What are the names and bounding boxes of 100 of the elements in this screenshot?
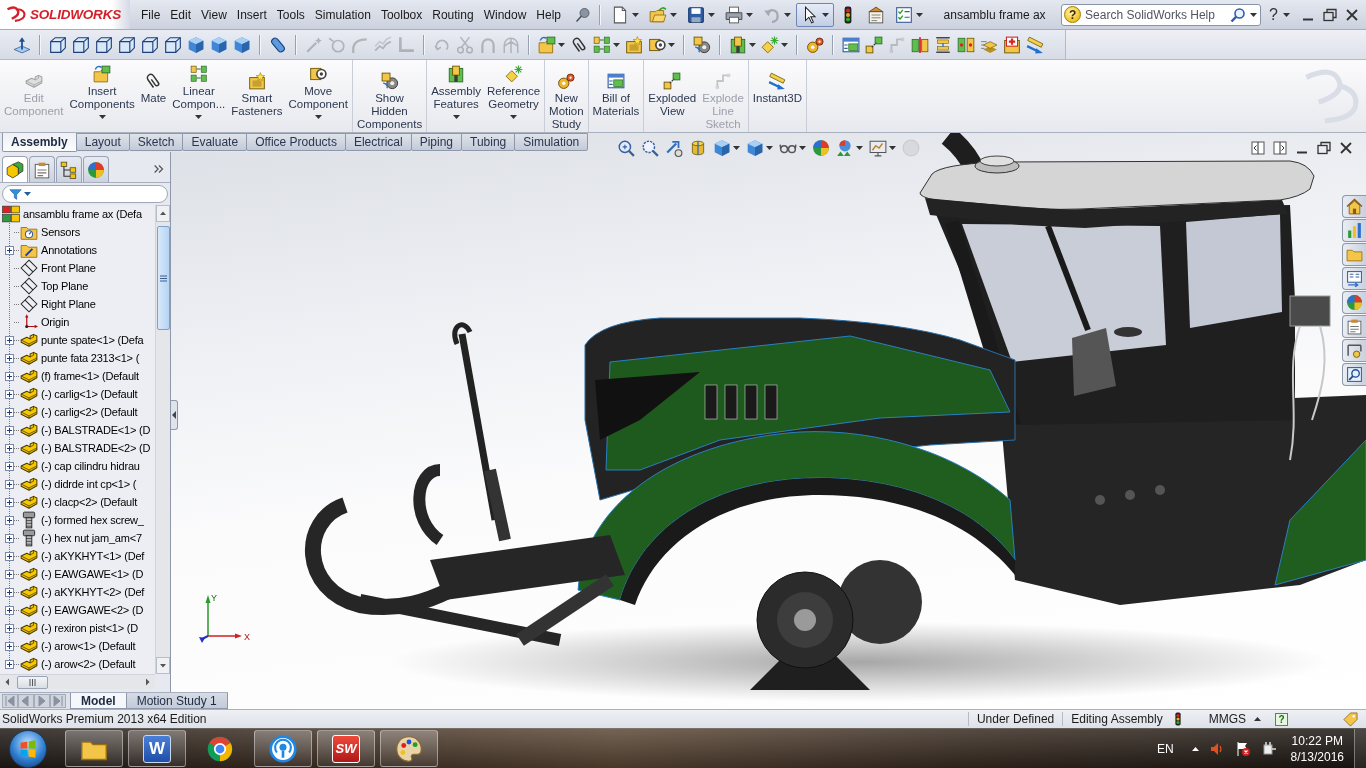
tree-item[interactable]: Front Plane bbox=[20, 259, 96, 277]
menu-item[interactable]: Simulation bbox=[309, 3, 376, 26]
ribbon-button[interactable]: Linear Compon... bbox=[169, 60, 229, 132]
ribbon-button[interactable]: Show Hidden Components bbox=[353, 60, 426, 132]
command-tab[interactable]: Piping bbox=[410, 133, 462, 151]
gear-block-icon[interactable] bbox=[692, 35, 711, 54]
toolbar-button[interactable] bbox=[796, 2, 834, 27]
tree-item[interactable]: (-) formed hex screw_ bbox=[20, 511, 144, 529]
search-icon[interactable] bbox=[1230, 6, 1247, 23]
wireframe-cube-icon[interactable] bbox=[71, 35, 90, 54]
tree-item[interactable]: punte spate<1> (Defa bbox=[20, 331, 144, 349]
close-icon[interactable] bbox=[1344, 6, 1360, 23]
expand-icon[interactable] bbox=[5, 407, 14, 417]
tree-item[interactable]: (-) aKYKHYT<1> (Def bbox=[20, 547, 145, 565]
gears-icon[interactable] bbox=[805, 35, 824, 54]
power-plug-icon[interactable] bbox=[1260, 740, 1277, 757]
expand-icon[interactable] bbox=[5, 587, 14, 597]
tree-item[interactable]: Top Plane bbox=[20, 277, 89, 295]
ribbon-button[interactable]: Instant3D bbox=[749, 60, 806, 132]
ribbon-button[interactable]: Assembly Features bbox=[428, 60, 484, 132]
panel-tab[interactable] bbox=[56, 156, 82, 182]
caret-down-icon[interactable] bbox=[195, 115, 203, 119]
tree-item[interactable]: (-) aKYKHYT<2> (Def bbox=[20, 583, 145, 601]
tree-item[interactable]: (-) carlig<2> (Default bbox=[20, 403, 138, 421]
flag-icon[interactable] bbox=[1234, 740, 1251, 757]
tree-item[interactable]: (-) hex nut jam_am<7 bbox=[20, 529, 142, 547]
cube-icon[interactable] bbox=[209, 35, 228, 54]
taskbar-button[interactable] bbox=[254, 730, 312, 767]
taskbar-button[interactable]: SW bbox=[317, 730, 375, 767]
tree-item[interactable]: (-) cap cilindru hidrau bbox=[20, 457, 140, 475]
command-tab[interactable]: Layout bbox=[75, 133, 130, 151]
wireframe-cube-icon[interactable] bbox=[117, 35, 136, 54]
caret-down-icon[interactable] bbox=[708, 12, 715, 17]
menu-item[interactable]: Insert bbox=[231, 3, 272, 26]
menu-item[interactable]: File bbox=[136, 3, 166, 26]
caret-down-icon[interactable] bbox=[24, 192, 31, 196]
expand-icon[interactable] bbox=[5, 353, 14, 363]
tree-item[interactable]: (-) BALSTRADE<2> (D bbox=[20, 439, 151, 457]
double-chevron-icon[interactable] bbox=[152, 162, 166, 176]
close-icon[interactable] bbox=[1338, 140, 1354, 156]
panel-tab[interactable] bbox=[83, 156, 109, 182]
caret-down-icon[interactable] bbox=[314, 115, 322, 119]
expand-icon[interactable] bbox=[5, 533, 14, 543]
start-button[interactable] bbox=[9, 729, 47, 768]
caret-down-icon[interactable] bbox=[557, 42, 565, 47]
scrollbar-thumb[interactable] bbox=[156, 226, 170, 330]
caret-down-icon[interactable] bbox=[98, 115, 106, 119]
plus-box-icon[interactable] bbox=[1002, 35, 1021, 54]
task-pane-tab[interactable] bbox=[1342, 267, 1366, 290]
taskbar-button[interactable] bbox=[380, 730, 438, 767]
collapse-handle[interactable] bbox=[171, 400, 178, 430]
expand-icon[interactable] bbox=[5, 497, 14, 507]
filter-field[interactable] bbox=[2, 185, 168, 203]
language-indicator[interactable]: EN bbox=[1156, 741, 1182, 756]
split-blocks-icon[interactable] bbox=[910, 35, 929, 54]
tree-item[interactable]: (-) BALSTRADE<1> (D bbox=[20, 421, 151, 439]
tree-item[interactable]: punte fata 2313<1> ( bbox=[20, 349, 140, 367]
ribbon-button[interactable]: Move Component bbox=[285, 60, 351, 132]
caret-down-icon[interactable] bbox=[748, 42, 756, 47]
caret-down-icon[interactable] bbox=[510, 115, 518, 119]
menu-item[interactable]: Help bbox=[531, 3, 566, 26]
zoom-icon[interactable] bbox=[641, 139, 659, 157]
cube-icon[interactable] bbox=[186, 35, 205, 54]
command-tab[interactable]: Tubing bbox=[461, 133, 516, 151]
expand-icon[interactable] bbox=[5, 515, 14, 525]
tree-item[interactable]: (-) EAWGAWE<1> (D bbox=[20, 565, 144, 583]
menu-item[interactable]: Edit bbox=[165, 3, 197, 26]
tree-item[interactable]: (-) EAWGAWE<2> (D bbox=[20, 601, 144, 619]
scroll-down-icon[interactable] bbox=[156, 657, 170, 674]
tree-item[interactable]: (f) frame<1> (Default bbox=[20, 367, 139, 385]
panel-tab[interactable] bbox=[2, 156, 28, 182]
stacked-bars-icon[interactable] bbox=[933, 35, 952, 54]
model-tab[interactable]: Motion Study 1 bbox=[125, 693, 228, 709]
tree-item[interactable]: Origin bbox=[20, 313, 70, 331]
scene-icon[interactable] bbox=[836, 139, 854, 157]
ribbon-button[interactable]: Reference Geometry bbox=[484, 60, 544, 132]
expand-icon[interactable] bbox=[5, 335, 14, 345]
separated-blocks-icon[interactable] bbox=[864, 35, 883, 54]
restore-icon[interactable] bbox=[1316, 140, 1332, 156]
caret-down-icon[interactable] bbox=[1282, 12, 1290, 17]
caret-down-icon[interactable] bbox=[670, 12, 677, 17]
expand-icon[interactable] bbox=[5, 245, 14, 255]
menu-item[interactable]: View bbox=[196, 3, 232, 26]
caret-down-icon[interactable] bbox=[1250, 12, 1258, 17]
caret-down-icon[interactable] bbox=[822, 12, 829, 17]
wireframe-cube-icon[interactable] bbox=[48, 35, 67, 54]
diamond-star-icon[interactable] bbox=[760, 35, 779, 54]
menu-item[interactable]: Toolbox bbox=[375, 3, 428, 26]
wireframe-cube-icon[interactable] bbox=[140, 35, 159, 54]
caret-down-icon[interactable] bbox=[889, 146, 896, 150]
expand-icon[interactable] bbox=[5, 605, 14, 615]
caret-down-icon[interactable] bbox=[766, 146, 773, 150]
scrollbar-thumb[interactable] bbox=[17, 675, 48, 689]
tree-item[interactable]: (-) didrde int cp<1> ( bbox=[20, 475, 137, 493]
tree-item[interactable]: (-) rexiron pist<1> (D bbox=[20, 619, 139, 637]
cylinder-icon[interactable] bbox=[689, 139, 707, 157]
ribbon-button[interactable]: Bill of Materials bbox=[589, 60, 643, 132]
menu-item[interactable]: Window bbox=[478, 3, 532, 26]
star-box-icon[interactable] bbox=[624, 35, 643, 54]
units-button[interactable]: MMGS bbox=[1184, 712, 1254, 726]
